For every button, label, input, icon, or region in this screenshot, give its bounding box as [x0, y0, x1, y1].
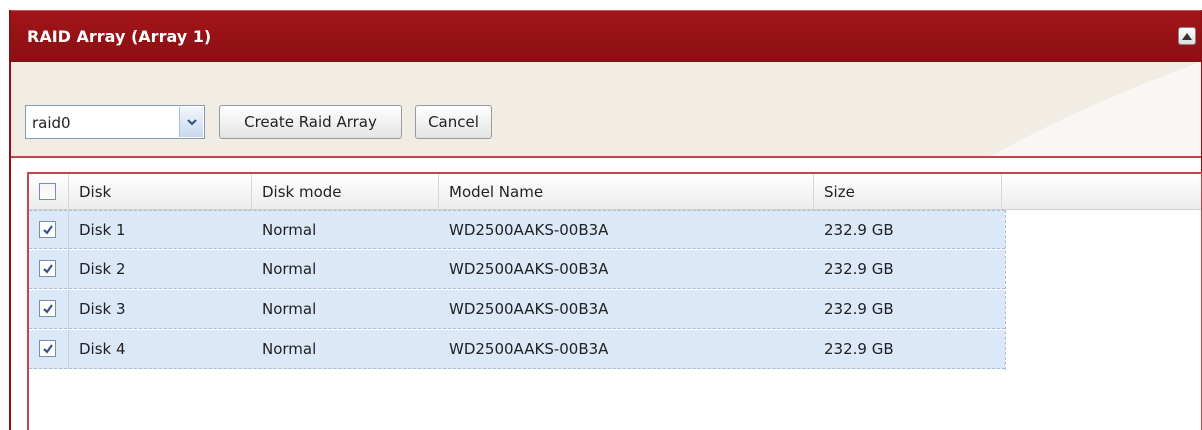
cell-model-name: WD2500AAKS-00B3A	[449, 300, 609, 318]
cell-model-name: WD2500AAKS-00B3A	[449, 340, 609, 358]
checkmark-icon	[43, 344, 53, 354]
cell-model-name: WD2500AAKS-00B3A	[449, 260, 609, 278]
select-all-checkbox[interactable]	[39, 183, 56, 200]
column-header-disk-mode[interactable]: Disk mode	[252, 174, 439, 210]
panel-title: RAID Array (Array 1)	[27, 27, 212, 46]
cell-disk-mode: Normal	[262, 260, 317, 278]
cell-size: 232.9 GB	[824, 221, 894, 239]
row-checkbox-cell	[29, 250, 69, 289]
checkmark-icon	[43, 225, 53, 235]
toolbar: raid0 Create Raid Array Cancel	[11, 62, 1201, 158]
disk-grid: Disk Disk mode Model Name Size Disk 1 No…	[27, 172, 1202, 430]
cell-disk-mode: Normal	[262, 340, 317, 358]
header-checkbox-cell	[29, 174, 69, 210]
cell-size: 232.9 GB	[824, 260, 894, 278]
cell-disk-mode: Normal	[262, 300, 317, 318]
row-checkbox-cell	[29, 290, 69, 329]
cell-size: 232.9 GB	[824, 340, 894, 358]
panel-title-bar: RAID Array (Array 1)	[11, 10, 1201, 62]
create-raid-array-button[interactable]: Create Raid Array	[219, 105, 402, 139]
grid-header: Disk Disk mode Model Name Size	[29, 174, 1201, 210]
row-checkbox-cell	[29, 330, 69, 369]
cell-disk: Disk 1	[79, 221, 126, 239]
cell-model-name: WD2500AAKS-00B3A	[449, 221, 609, 239]
checkmark-icon	[43, 264, 53, 274]
row-checkbox[interactable]	[39, 340, 56, 357]
cancel-button[interactable]: Cancel	[415, 105, 492, 139]
collapse-up-icon	[1182, 32, 1192, 40]
raid-level-select[interactable]: raid0	[25, 105, 205, 139]
cell-disk-mode: Normal	[262, 221, 317, 239]
cell-disk: Disk 3	[79, 300, 126, 318]
selection-right-edge	[1005, 210, 1006, 370]
table-row[interactable]: Disk 4 Normal WD2500AAKS-00B3A 232.9 GB	[29, 330, 1005, 369]
table-row[interactable]: Disk 2 Normal WD2500AAKS-00B3A 232.9 GB	[29, 250, 1005, 289]
chevron-down-icon	[186, 118, 197, 125]
row-checkbox[interactable]	[39, 221, 56, 238]
row-checkbox[interactable]	[39, 260, 56, 277]
row-checkbox-cell	[29, 211, 69, 250]
dropdown-arrow[interactable]	[179, 107, 203, 137]
collapse-button[interactable]	[1178, 27, 1196, 45]
cell-disk: Disk 4	[79, 340, 126, 358]
table-row[interactable]: Disk 3 Normal WD2500AAKS-00B3A 232.9 GB	[29, 290, 1005, 329]
column-header-model-name[interactable]: Model Name	[439, 174, 814, 210]
raid-array-panel: RAID Array (Array 1) raid0 Create Raid A…	[9, 10, 1202, 430]
raid-level-value: raid0	[32, 114, 71, 132]
cell-disk: Disk 2	[79, 260, 126, 278]
column-header-disk[interactable]: Disk	[69, 174, 252, 210]
checkmark-icon	[43, 304, 53, 314]
table-row[interactable]: Disk 1 Normal WD2500AAKS-00B3A 232.9 GB	[29, 210, 1005, 250]
row-checkbox[interactable]	[39, 300, 56, 317]
column-header-size[interactable]: Size	[814, 174, 1002, 210]
cell-size: 232.9 GB	[824, 300, 894, 318]
